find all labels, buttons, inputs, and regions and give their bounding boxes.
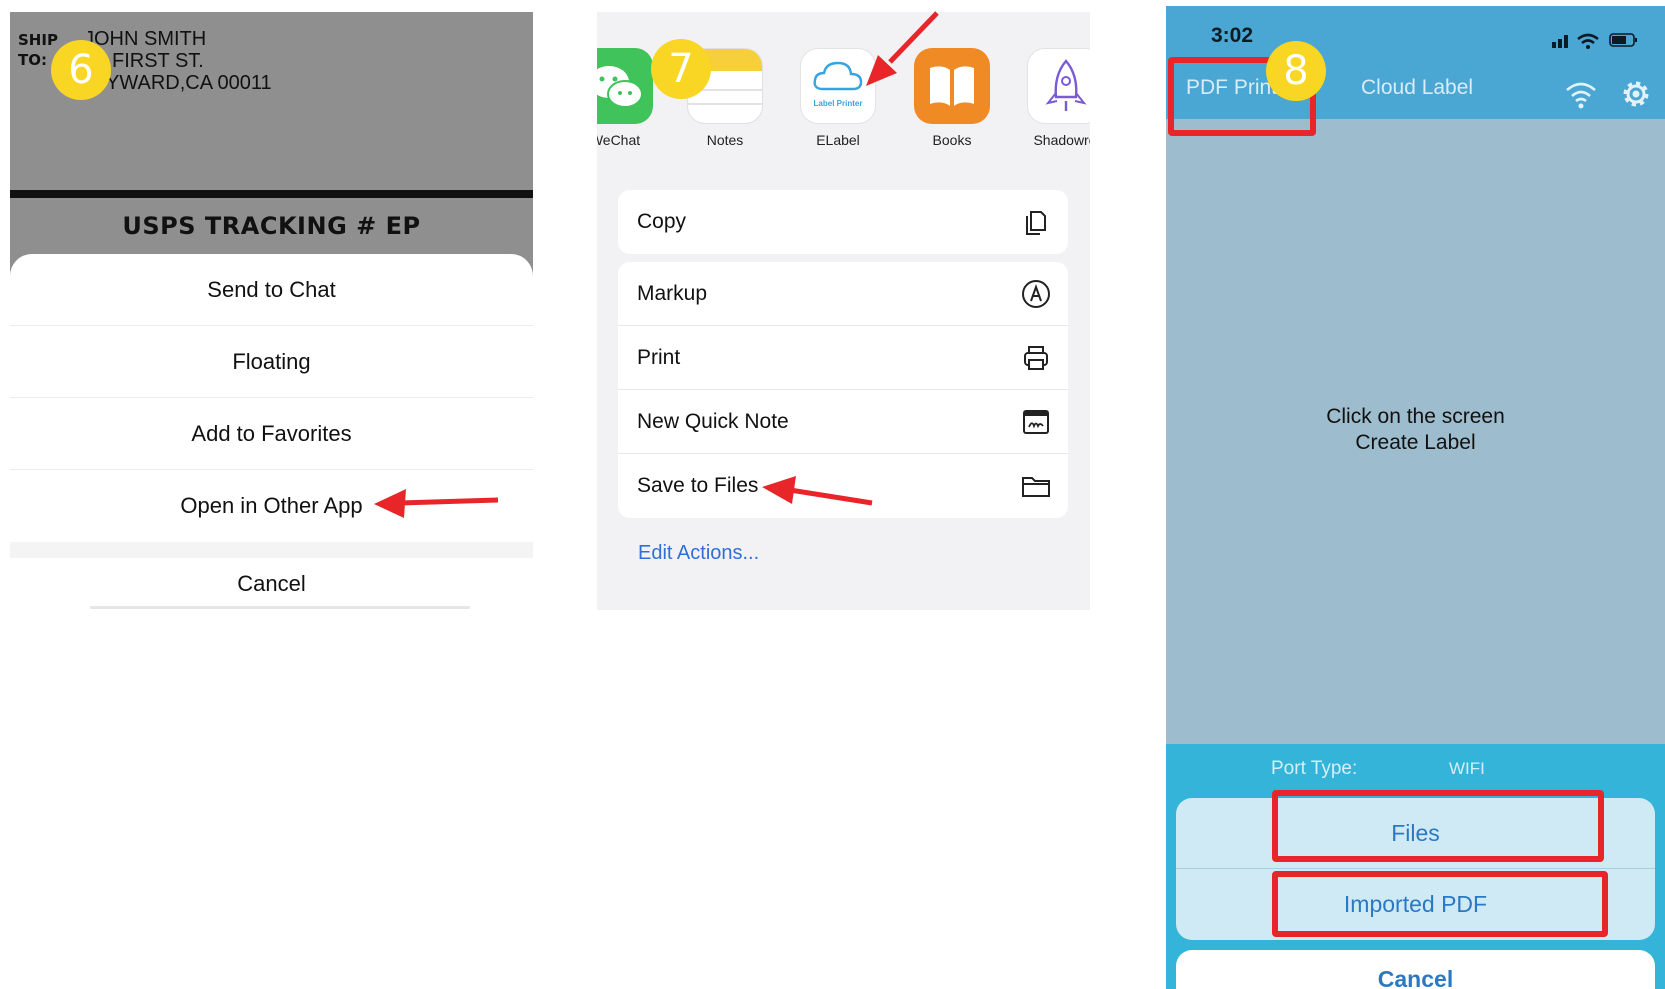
new-quick-note-action[interactable]: New Quick Note (618, 390, 1068, 454)
ios-share-sheet-step7: WeChat Notes Label Printer ELabel (597, 12, 1090, 610)
actions-list: Markup Print New Quick Note Save to File… (618, 262, 1068, 518)
action-sheet: Send to Chat Floating Add to Favorites O… (10, 254, 533, 610)
tracking-number: USPS TRACKING # EP (122, 212, 421, 240)
highlight-files (1272, 790, 1604, 862)
step-8-badge: 8 (1266, 41, 1326, 101)
folder-icon (1022, 477, 1050, 497)
tab-cloud-label[interactable]: Cloud Label (1361, 76, 1473, 100)
copy-action[interactable]: Copy (618, 190, 1068, 254)
cancel-button[interactable]: Cancel (1176, 950, 1655, 989)
port-type-value: WIFI (1449, 759, 1485, 778)
highlight-imported-pdf (1272, 871, 1608, 937)
elabel-icon: Label Printer (800, 48, 876, 124)
printer-icon (1024, 346, 1048, 370)
app-books[interactable]: Books (897, 48, 1007, 148)
quick-note-icon (1023, 410, 1049, 434)
print-action[interactable]: Print (618, 326, 1068, 390)
shadowrocket-icon (1027, 48, 1090, 124)
floating-button[interactable]: Floating (10, 326, 533, 398)
step-7-badge: 7 (651, 39, 711, 99)
wifi-icon[interactable] (1564, 78, 1598, 110)
open-in-other-app-button[interactable]: Open in Other App (10, 470, 533, 542)
app-shadowrocket[interactable]: Shadowro (1010, 48, 1090, 148)
edit-actions-link[interactable]: Edit Actions... (638, 542, 759, 565)
add-to-favorites-button[interactable]: Add to Favorites (10, 398, 533, 470)
sheet-separator (10, 542, 533, 558)
home-indicator (90, 606, 470, 609)
import-sheet: Port Type: WIFI Files Imported PDF Cance… (1166, 744, 1665, 989)
gear-icon[interactable] (1618, 76, 1654, 112)
ship-to-address: JOHN SMITH FIRST ST. YWARD,CA 00011 (84, 28, 272, 94)
port-type-label: Port Type: (1271, 758, 1358, 779)
step-6-badge: 6 (51, 40, 111, 100)
markup-icon (1022, 280, 1050, 308)
share-sheet-panel-step6: SHIP TO: JOHN SMITH FIRST ST. YWARD,CA 0… (10, 12, 533, 610)
status-icons (1552, 33, 1637, 49)
primary-actions-group: Copy (618, 190, 1068, 254)
books-icon (914, 48, 990, 124)
app-elabel[interactable]: Label Printer ELabel (783, 48, 893, 148)
copy-icon (1026, 211, 1046, 235)
save-to-files-action[interactable]: Save to Files (618, 454, 1068, 518)
create-label-area[interactable]: Click on the screen Create Label (1166, 404, 1665, 456)
label-divider (10, 190, 533, 198)
markup-action[interactable]: Markup (618, 262, 1068, 326)
send-to-chat-button[interactable]: Send to Chat (10, 254, 533, 326)
cancel-button[interactable]: Cancel (10, 558, 533, 610)
elabel-icon-caption: Label Printer (813, 99, 863, 108)
status-time: 3:02 (1211, 24, 1254, 47)
wechat-icon (597, 48, 653, 124)
